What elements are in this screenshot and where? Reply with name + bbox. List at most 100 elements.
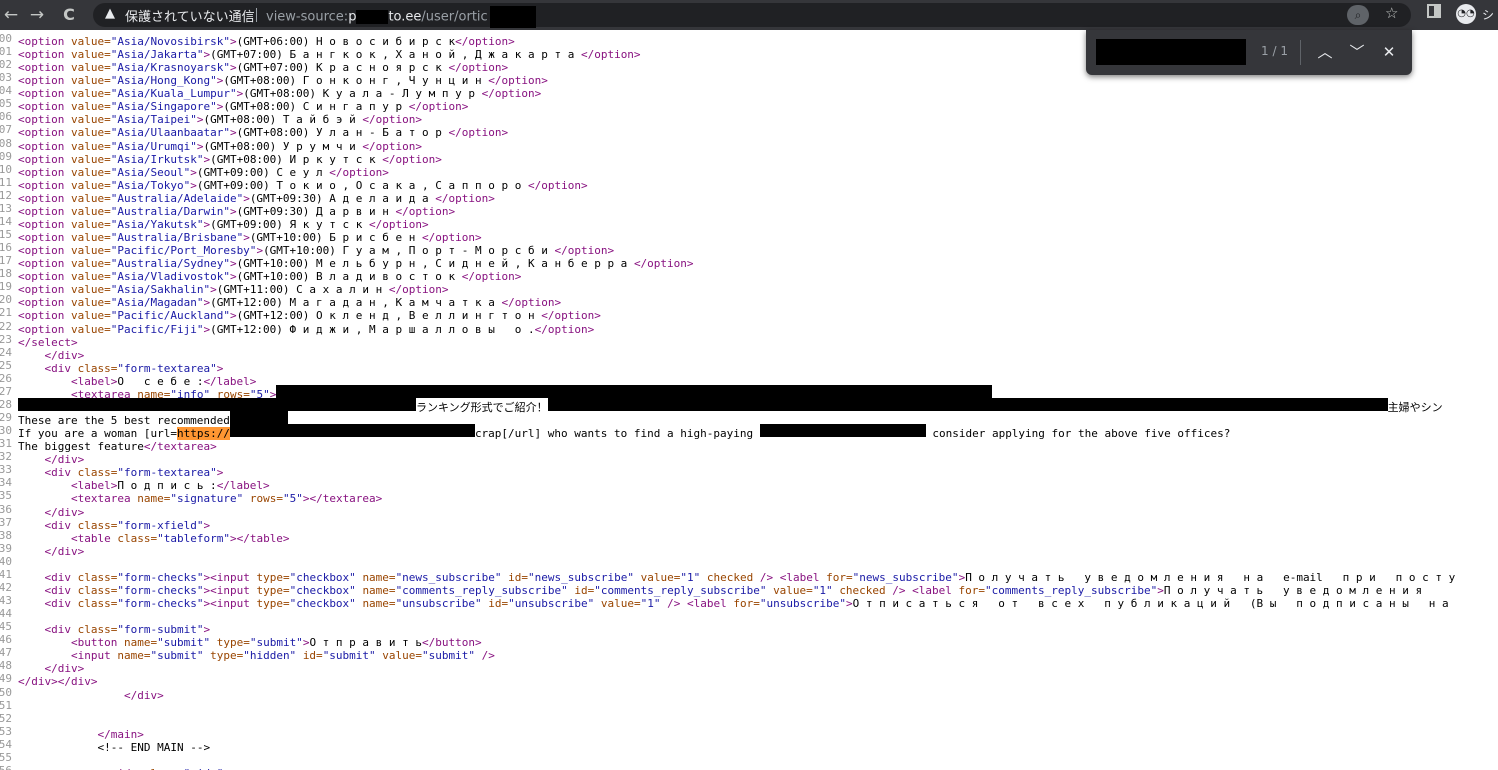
line-number: 07 (0, 123, 12, 137)
source-line: 42 <div class="form-checks"><input type=… (0, 581, 1422, 597)
source-line: 01 <option value="Asia/Jakarta">(GMT+07:0… (0, 45, 641, 62)
side-panel-icon[interactable] (1427, 4, 1441, 18)
line-number: 14 (0, 214, 12, 228)
source-token (18, 545, 45, 558)
source-line: 40 (0, 555, 18, 568)
reload-icon[interactable]: C (58, 4, 80, 26)
source-token: id= (488, 597, 509, 610)
line-number: 13 (0, 201, 12, 215)
source-token: "5" (282, 492, 303, 506)
source-token: </option> (448, 126, 509, 140)
source-line: 27 <textarea name="info" rows="5"> (0, 384, 993, 401)
source-token (18, 597, 45, 610)
source-token: "unsubscribe" (759, 597, 846, 610)
source-line: 49 </div></div> (0, 672, 97, 688)
source-token: ランキング形式でご紹介！ (416, 400, 548, 414)
line-number: 55 (0, 750, 12, 764)
line-number: 48 (0, 659, 12, 673)
source-token: </option> (382, 152, 442, 166)
line-number: 09 (0, 149, 12, 163)
source-token: </option> (580, 48, 641, 62)
line-number: 33 (0, 463, 12, 477)
source-line: 04 <option value="Asia/Kuala_Lumpur">(GMT… (0, 84, 541, 100)
find-input[interactable] (1096, 39, 1246, 65)
security-status-label[interactable]: 保護されていない通信 (125, 6, 255, 25)
source-token: </option> (534, 322, 595, 336)
browser-toolbar: ← → C ▲ 保護されていない通信 view-source:p to.ee/us… (0, 0, 1498, 30)
source-token: type= (210, 649, 244, 663)
source-line: 09 <option value="Asia/Irkutsk">(GMT+08:0… (0, 149, 442, 166)
line-number: 38 (0, 528, 12, 542)
back-arrow-icon[interactable]: ← (0, 4, 22, 26)
source-token: type= (256, 597, 290, 610)
line-number: 15 (0, 228, 12, 242)
source-line: 16 <option value="Pacific/Port_Moresby">(… (0, 241, 614, 257)
source-token: crap[/url] who wants to find a high-payi… (474, 427, 760, 441)
find-in-page-icon[interactable]: ⌕ (1347, 5, 1369, 25)
source-line: 51 (0, 699, 18, 712)
line-number: 39 (0, 541, 12, 555)
line-number: 11 (0, 175, 12, 189)
source-line: 07 <option value="Asia/Ulaanbaatar">(GMT+… (0, 123, 509, 140)
source-token: class= (77, 597, 118, 610)
source-token: id= (302, 649, 323, 663)
source-token: > (845, 597, 853, 610)
line-number: 01 (0, 45, 12, 59)
line-number: 12 (0, 188, 12, 202)
source-line: 30 If you are a woman [url=https://crap[/… (0, 424, 1231, 441)
line-number: 25 (0, 358, 12, 372)
find-match-count: 1 / 1 (1261, 44, 1288, 58)
line-number: 24 (0, 345, 12, 359)
bookmark-star-icon[interactable]: ☆ (1385, 4, 1398, 22)
source-line: 50 </div> (0, 686, 164, 702)
line-number: 02 (0, 58, 12, 72)
redacted-text (18, 397, 416, 411)
source-token: 主婦やシン (1387, 400, 1443, 414)
chevron-up-icon[interactable]: ︿ (1314, 41, 1336, 63)
address-bar[interactable]: ▲ 保護されていない通信 view-source:p to.ee/user/ort… (93, 3, 1411, 28)
line-number: 27 (0, 384, 12, 398)
source-token: </option> (633, 257, 694, 271)
source-token: consider applying for the above five off… (925, 427, 1231, 441)
source-token: "tableform" (157, 531, 230, 545)
line-number: 54 (0, 737, 12, 751)
line-number: 03 (0, 71, 12, 85)
source-line: 10 <option value="Asia/Seoul">(GMT+09:00)… (0, 163, 389, 179)
line-number: 00 (0, 32, 12, 45)
line-number: 18 (0, 267, 12, 281)
forward-arrow-icon[interactable]: → (26, 4, 48, 26)
source-line: 03 <option value="Asia/Hong_Kong">(GMT+08… (0, 71, 548, 87)
source-token: "submit" (422, 649, 482, 663)
source-line: 41 <div class="form-checks"><input type=… (0, 568, 1455, 584)
url-text[interactable]: view-source:p to.ee/user/ortic (266, 6, 536, 28)
line-number: 05 (0, 97, 12, 111)
line-number: 08 (0, 136, 12, 150)
find-bar: 1 / 1 ︿ ﹀ ✕ (1086, 30, 1412, 75)
line-number: 28 (0, 397, 12, 411)
line-number: 31 (0, 437, 12, 451)
address-separator (256, 8, 257, 22)
redacted-path (489, 6, 536, 28)
source-view: 00 <option value="Asia/Novosibirsk">(GMT+… (0, 30, 1498, 770)
source-token: "form-checks" (117, 597, 204, 610)
source-token: "unsubscribe" (508, 597, 601, 610)
profile-label[interactable]: シ (1482, 6, 1494, 23)
incognito-icon[interactable]: ◔◔ (1456, 4, 1476, 24)
source-token: name= (137, 492, 171, 506)
close-icon[interactable]: ✕ (1378, 41, 1400, 63)
line-number: 23 (0, 332, 12, 346)
line-number: 34 (0, 476, 12, 490)
source-token: </option> (527, 178, 588, 192)
warning-icon[interactable]: ▲ (105, 6, 115, 21)
line-number: 20 (0, 293, 12, 307)
line-number: 22 (0, 319, 12, 333)
source-line: 46 <button name="submit" type="submit">О… (0, 633, 482, 649)
line-number: 43 (0, 594, 12, 607)
chevron-down-icon[interactable]: ﹀ (1346, 41, 1368, 63)
source-line: 47 <input name="submit" type="hidden" id… (0, 646, 495, 663)
redacted-text (229, 424, 475, 438)
redacted-text (229, 411, 288, 425)
source-token: <!-- END MAIN --> (97, 740, 211, 754)
redacted-text (547, 397, 1388, 411)
source-line: 15 <option value="Australia/Brisbane">(GM… (0, 228, 482, 244)
